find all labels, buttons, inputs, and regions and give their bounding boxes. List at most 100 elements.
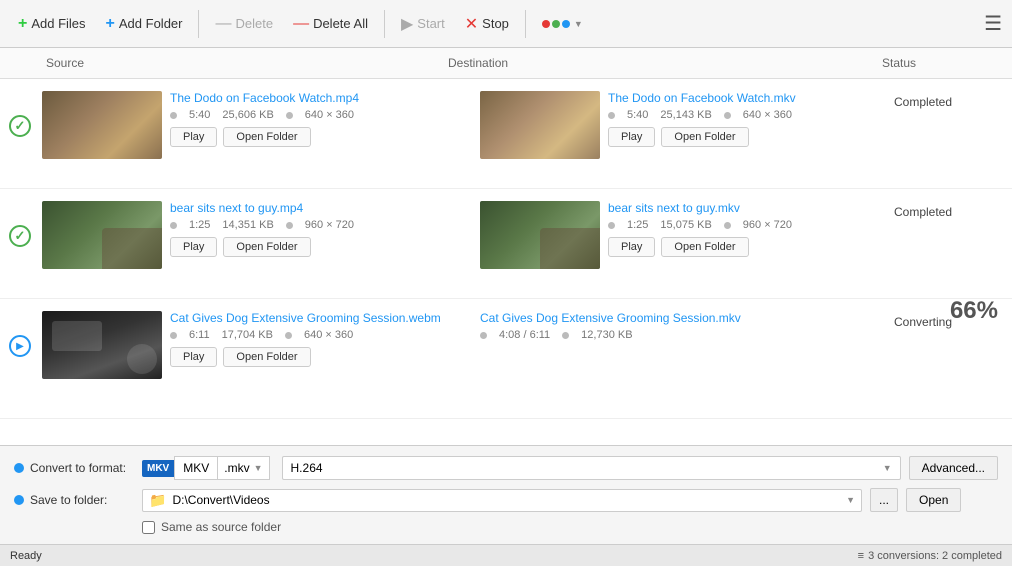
add-files-button[interactable]: + Add Files xyxy=(10,11,94,37)
delete-icon: — xyxy=(215,15,231,33)
dest-duration-progress-row3: 4:08 / 6:11 xyxy=(499,329,550,341)
format-ext-text: .mkv xyxy=(224,461,249,475)
advanced-button[interactable]: Advanced... xyxy=(909,456,998,480)
source-thumbnail-row2 xyxy=(42,201,162,269)
status-text-row2: Completed xyxy=(894,205,952,219)
source-meta-row3: 6:11 17,704 KB 640 × 360 xyxy=(170,329,468,341)
source-thumb-row1: The Dodo on Facebook Watch.mp4 5:40 25,6… xyxy=(42,91,468,159)
codec-value: H.264 xyxy=(291,461,323,475)
format-select-group: MKV MKV .mkv ▼ xyxy=(142,456,270,480)
status-icon-row2 xyxy=(4,197,36,247)
start-button[interactable]: ▶ Start xyxy=(393,10,453,38)
folder-icon: 📁 xyxy=(149,492,166,509)
dest-filename-row2[interactable]: bear sits next to guy.mkv xyxy=(608,201,882,215)
add-folder-button[interactable]: + Add Folder xyxy=(98,11,191,37)
source-actions-row3: Play Open Folder xyxy=(170,347,468,367)
open-folder-source-row3[interactable]: Open Folder xyxy=(223,347,310,367)
separator-1 xyxy=(198,10,199,38)
source-resolution-row3: 640 × 360 xyxy=(304,329,353,341)
col-source-header: Source xyxy=(10,52,448,74)
open-folder-dest-row2[interactable]: Open Folder xyxy=(661,237,748,257)
add-files-icon: + xyxy=(18,15,27,33)
folder-path-input[interactable] xyxy=(172,493,846,507)
dest-size-row1: 25,143 KB xyxy=(660,109,711,121)
play-source-row3[interactable]: Play xyxy=(170,347,217,367)
source-duration-row3: 6:11 xyxy=(189,329,210,341)
completed-icon-row2 xyxy=(9,225,31,247)
dest-meta-dot-4 xyxy=(724,222,731,229)
source-filename-row3[interactable]: Cat Gives Dog Extensive Grooming Session… xyxy=(170,311,468,325)
status-icon-row3 xyxy=(4,307,36,357)
stop-label: Stop xyxy=(482,16,509,31)
format-ext-dropdown[interactable]: .mkv ▼ xyxy=(217,456,269,480)
meta-dot-5 xyxy=(170,332,177,339)
same-source-checkbox[interactable] xyxy=(142,521,155,534)
play-dest-row2[interactable]: Play xyxy=(608,237,655,257)
status-label-row3: Converting 66% xyxy=(888,307,1008,337)
save-folder-label: Save to folder: xyxy=(14,493,134,507)
open-folder-button[interactable]: Open xyxy=(906,488,961,512)
dest-info-row2: bear sits next to guy.mkv 1:25 15,075 KB… xyxy=(608,201,882,257)
convert-format-label: Convert to format: xyxy=(14,461,134,475)
table-header: Source Destination Status xyxy=(0,48,1012,79)
hamburger-menu-button[interactable]: ☰ xyxy=(984,11,1002,36)
codec-dropdown[interactable]: H.264 ▼ xyxy=(282,456,901,480)
separator-3 xyxy=(525,10,526,38)
converting-icon-row3 xyxy=(9,335,31,357)
source-duration-row1: 5:40 xyxy=(189,109,210,121)
play-dest-row1[interactable]: Play xyxy=(608,127,655,147)
dropdown-arrow: ▼ xyxy=(574,19,583,29)
folder-input-wrap[interactable]: 📁 ▼ xyxy=(142,489,862,512)
source-thumb-row2: bear sits next to guy.mp4 1:25 14,351 KB… xyxy=(42,201,468,269)
source-filename-row1[interactable]: The Dodo on Facebook Watch.mp4 xyxy=(170,91,468,105)
more-options-button[interactable]: ▼ xyxy=(534,15,591,33)
open-folder-dest-row1[interactable]: Open Folder xyxy=(661,127,748,147)
col-status-header: Status xyxy=(882,52,1002,74)
same-source-row: Same as source folder xyxy=(14,520,998,534)
dest-info-row3: Cat Gives Dog Extensive Grooming Session… xyxy=(480,311,882,347)
status-text-row1: Completed xyxy=(894,95,952,109)
stop-icon: ✕ xyxy=(465,14,478,34)
dest-thumbnail-row1 xyxy=(480,91,600,159)
dest-actions-row1: Play Open Folder xyxy=(608,127,882,147)
table-row: The Dodo on Facebook Watch.mp4 5:40 25,6… xyxy=(0,79,1012,189)
play-source-row1[interactable]: Play xyxy=(170,127,217,147)
dest-info-row1: The Dodo on Facebook Watch.mkv 5:40 25,1… xyxy=(608,91,882,147)
add-files-label: Add Files xyxy=(31,16,85,31)
delete-all-label: Delete All xyxy=(313,16,368,31)
file-list: The Dodo on Facebook Watch.mp4 5:40 25,6… xyxy=(0,79,1012,445)
dest-filename-row1[interactable]: The Dodo on Facebook Watch.mkv xyxy=(608,91,882,105)
dest-filename-row3[interactable]: Cat Gives Dog Extensive Grooming Session… xyxy=(480,311,882,325)
source-actions-row1: Play Open Folder xyxy=(170,127,468,147)
source-filename-row2[interactable]: bear sits next to guy.mp4 xyxy=(170,201,468,215)
dest-meta-dot-3 xyxy=(608,222,615,229)
dest-thumbnail-row2 xyxy=(480,201,600,269)
source-size-row2: 14,351 KB xyxy=(222,219,273,231)
dest-meta-dot-2 xyxy=(724,112,731,119)
delete-button[interactable]: — Delete xyxy=(207,11,281,37)
open-folder-source-row2[interactable]: Open Folder xyxy=(223,237,310,257)
meta-dot-1 xyxy=(170,112,177,119)
save-folder-label-text: Save to folder: xyxy=(30,493,107,507)
meta-dot-3 xyxy=(170,222,177,229)
open-folder-source-row1[interactable]: Open Folder xyxy=(223,127,310,147)
source-duration-row2: 1:25 xyxy=(189,219,210,231)
add-folder-icon: + xyxy=(106,15,115,33)
browse-button[interactable]: ... xyxy=(870,488,898,512)
play-source-row2[interactable]: Play xyxy=(170,237,217,257)
dest-resolution-row2: 960 × 720 xyxy=(743,219,792,231)
source-meta-row1: 5:40 25,606 KB 640 × 360 xyxy=(170,109,468,121)
table-row: Cat Gives Dog Extensive Grooming Session… xyxy=(0,299,1012,419)
source-resolution-row1: 640 × 360 xyxy=(305,109,354,121)
delete-all-button[interactable]: — Delete All xyxy=(285,11,376,37)
dest-duration-row1: 5:40 xyxy=(627,109,648,121)
stop-button[interactable]: ✕ Stop xyxy=(457,10,517,38)
dest-size-row3: 12,730 KB xyxy=(581,329,632,341)
dest-thumb-row1: The Dodo on Facebook Watch.mkv 5:40 25,1… xyxy=(480,91,882,159)
status-text-row3: Converting xyxy=(894,315,952,329)
source-cell-row3: Cat Gives Dog Extensive Grooming Session… xyxy=(36,307,474,383)
source-thumbnail-row3 xyxy=(42,311,162,379)
meta-dot-2 xyxy=(286,112,293,119)
dest-meta-dot-6 xyxy=(562,332,569,339)
separator-2 xyxy=(384,10,385,38)
